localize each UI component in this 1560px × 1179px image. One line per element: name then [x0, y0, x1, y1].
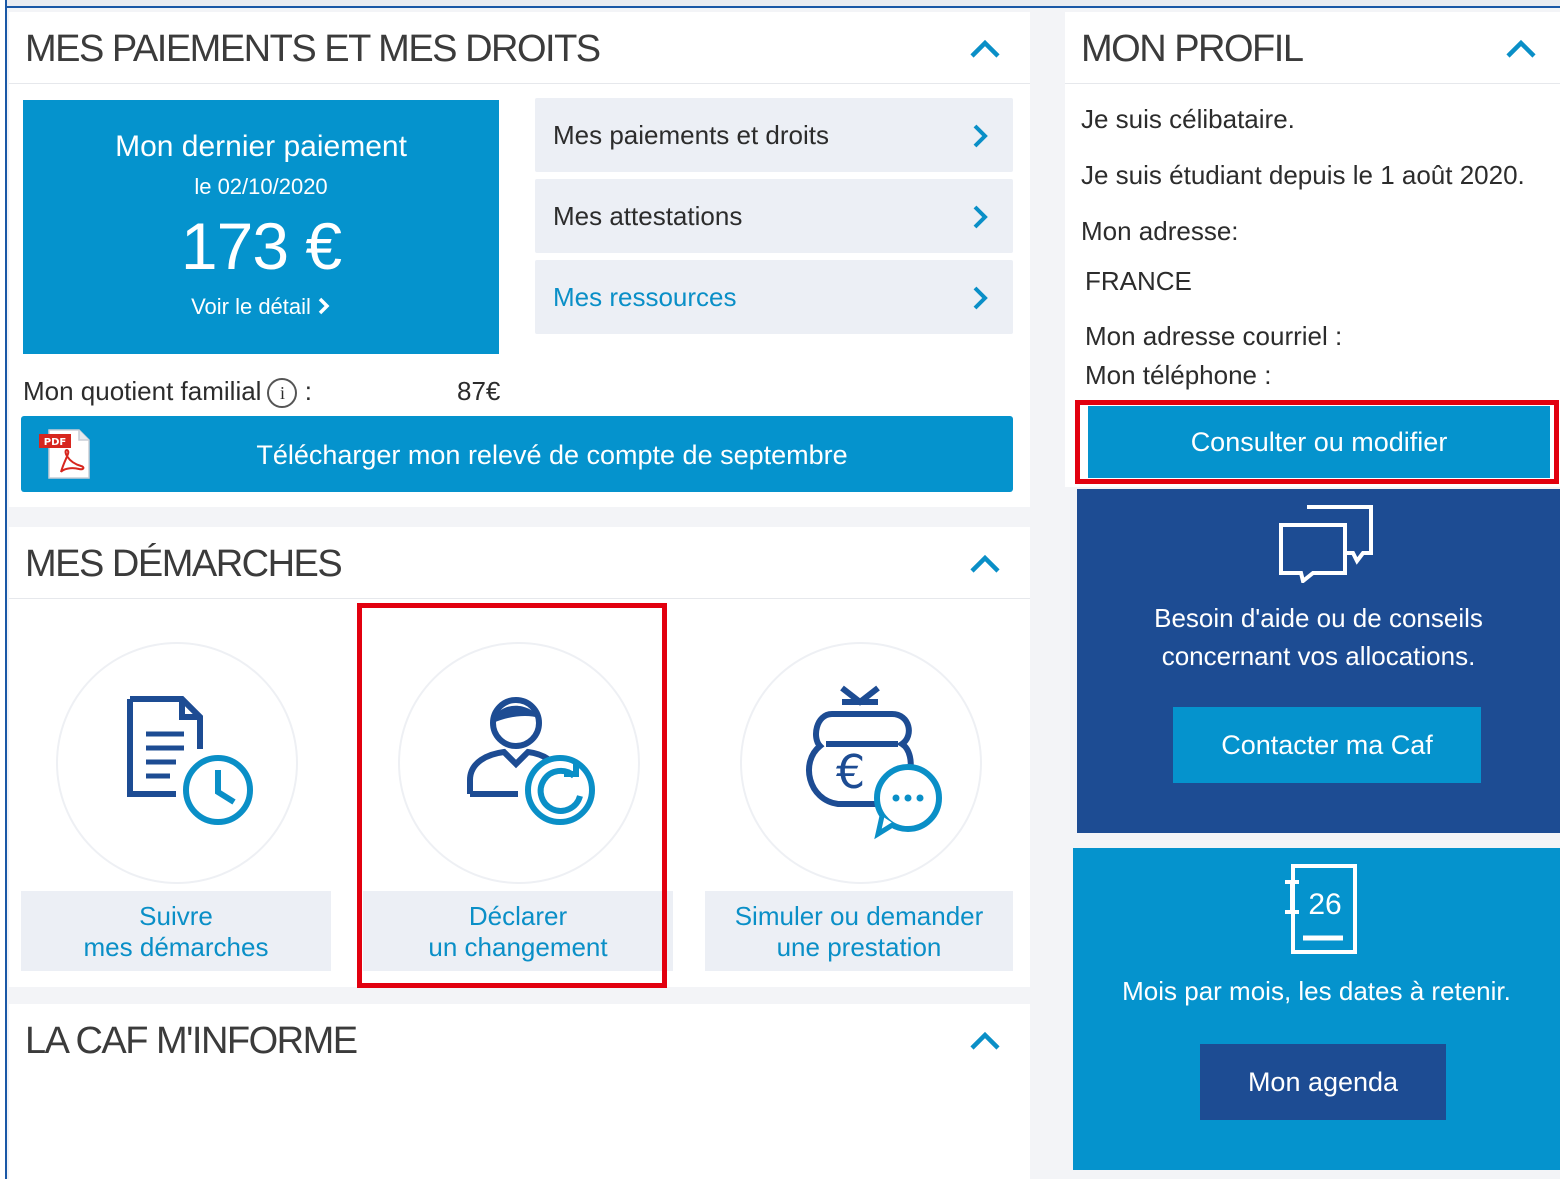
payment-detail-label: Voir le détail	[191, 294, 311, 319]
chat-bubbles-icon	[1279, 505, 1373, 583]
tile-label-line1: Suivre	[139, 901, 213, 931]
document-clock-icon	[127, 696, 253, 825]
agenda-panel: 26 Mois par mois, les dates à retenir. M…	[1073, 848, 1560, 1170]
section-header: MES PAIEMENTS ET MES DROITS	[9, 12, 1030, 84]
section-title: LA CAF M'INFORME	[25, 1020, 358, 1062]
agenda-button[interactable]: Mon agenda	[1200, 1044, 1446, 1120]
contact-caf-button[interactable]: Contacter ma Caf	[1173, 707, 1481, 783]
chevron-right-icon	[973, 205, 988, 229]
tile-label-line1: Simuler ou demander	[734, 901, 984, 931]
quotient-colon: :	[304, 376, 312, 406]
chevron-right-icon	[973, 286, 988, 310]
quotient-familial-value: 87€	[457, 376, 501, 406]
last-payment-date: le 02/10/2020	[194, 174, 328, 199]
link-label: Mes paiements et droits	[553, 120, 830, 150]
help-text: Besoin d'aide ou de conseils concernant …	[1077, 599, 1560, 675]
tile-label-line2: un changement	[428, 932, 608, 962]
profile-address-label: Mon adresse:	[1081, 216, 1239, 246]
tile-label-line2: mes démarches	[83, 932, 269, 962]
link-attestations[interactable]: Mes attestations	[535, 179, 1013, 253]
tile-declarer-changement[interactable]: Déclarer un changement	[363, 527, 673, 987]
profile-status: Je suis célibataire.	[1081, 104, 1295, 134]
chevron-right-icon	[318, 297, 330, 315]
profile-email-label: Mon adresse courriel :	[1085, 321, 1343, 351]
section-caf-informe: LA CAF M'INFORME	[9, 1004, 1030, 1179]
calendar-day: 26	[1308, 888, 1341, 921]
tile-icon-circle	[56, 642, 298, 884]
tile-label-line1: Déclarer	[468, 901, 568, 931]
window-left-border	[0, 0, 7, 1179]
tile-label-line2: une prestation	[776, 932, 942, 962]
user-refresh-icon	[467, 697, 595, 825]
svg-text:€: €	[836, 745, 865, 799]
agenda-text: Mois par mois, les dates à retenir.	[1122, 976, 1511, 1006]
tile-suivre-demarches[interactable]: Suivre mes démarches	[21, 527, 331, 987]
section-header: LA CAF M'INFORME	[9, 1004, 1030, 1076]
link-label: Mes ressources	[553, 282, 737, 312]
calendar-icon: 26	[1285, 864, 1357, 954]
section-demarches: MES DÉMARCHES Suivre mes démarches Décla…	[9, 527, 1030, 987]
tile-label: Déclarer un changement	[363, 891, 673, 971]
tile-simuler-prestation[interactable]: € Simuler ou demander une prestation	[705, 527, 1015, 987]
download-statement-label: Télécharger mon relevé de compte de sept…	[256, 440, 848, 470]
quotient-familial-text: Mon quotient familial	[23, 376, 262, 406]
tile-icon-circle	[398, 642, 640, 884]
help-text-line1: Besoin d'aide ou de conseils	[1154, 603, 1483, 633]
section-header: MON PROFIL	[1065, 12, 1560, 84]
profile-phone-label: Mon téléphone :	[1085, 360, 1272, 390]
payment-detail-link[interactable]: Voir le détail	[23, 294, 499, 320]
window-top-border	[0, 0, 1560, 8]
section-title: MON PROFIL	[1081, 28, 1304, 70]
consult-modify-button[interactable]: Consulter ou modifier	[1088, 406, 1550, 478]
help-panel: Besoin d'aide ou de conseils concernant …	[1077, 489, 1560, 833]
help-text-line2: concernant vos allocations.	[1161, 641, 1476, 671]
chevron-up-icon[interactable]	[968, 1028, 1002, 1052]
quotient-familial-label: Mon quotient familial i :	[23, 376, 312, 409]
last-payment-card: Mon dernier paiement le 02/10/2020 173 €…	[23, 100, 499, 354]
section-paiements: MES PAIEMENTS ET MES DROITS Mon dernier …	[9, 12, 1030, 507]
link-paiements-droits[interactable]: Mes paiements et droits	[535, 98, 1013, 172]
profile-student: Je suis étudiant depuis le 1 août 2020.	[1081, 160, 1525, 190]
chevron-up-icon[interactable]	[1504, 36, 1538, 60]
link-label: Mes attestations	[553, 201, 743, 231]
info-icon[interactable]: i	[267, 378, 298, 409]
tile-label: Simuler ou demander une prestation	[705, 891, 1013, 971]
last-payment-title: Mon dernier paiement	[115, 130, 407, 163]
profile-address-value: FRANCE	[1085, 266, 1192, 296]
download-statement-button[interactable]: PDF Télécharger mon relevé de compte de …	[21, 416, 1013, 492]
tile-icon-circle: €	[740, 642, 982, 884]
money-bag-chat-icon: €	[806, 685, 942, 840]
chevron-up-icon[interactable]	[968, 36, 1002, 60]
link-ressources[interactable]: Mes ressources	[535, 260, 1013, 334]
tile-label: Suivre mes démarches	[21, 891, 331, 971]
section-title: MES PAIEMENTS ET MES DROITS	[25, 28, 601, 70]
chevron-right-icon	[973, 124, 988, 148]
last-payment-amount: 173 €	[180, 209, 342, 283]
